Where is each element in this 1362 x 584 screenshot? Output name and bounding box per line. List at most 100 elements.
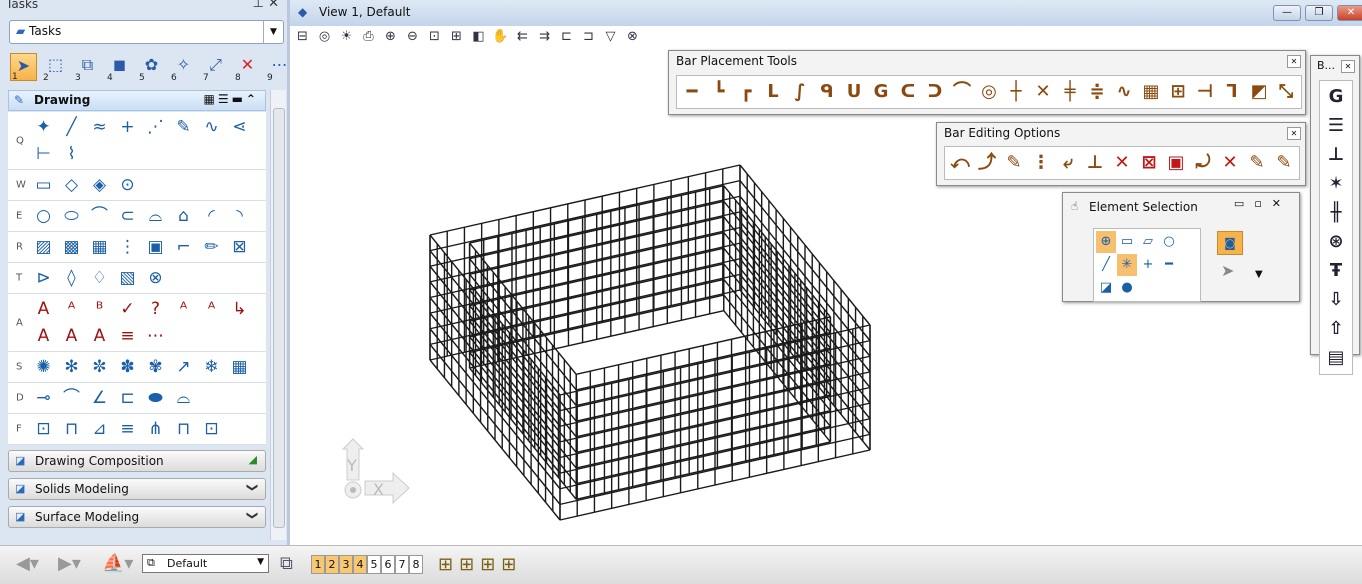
spiral-bar-icon[interactable]: G (868, 78, 894, 106)
zoom-in-icon[interactable]: ⊕ (381, 28, 400, 46)
spell-check-icon[interactable]: ✓ (114, 296, 141, 322)
circular-bar-icon[interactable]: ◎ (976, 78, 1002, 106)
filter-icon[interactable]: ▽ (601, 28, 620, 46)
frame-2-icon[interactable]: ⊓ (58, 416, 85, 442)
modify-shape-icon[interactable]: ⤺ (947, 149, 973, 177)
view-button-5[interactable]: 5 (367, 555, 381, 574)
crank-bar-icon[interactable]: ∫ (787, 78, 813, 106)
pointer-icon[interactable]: ➤ (1221, 261, 1234, 280)
place-smartline-icon[interactable]: ✦ (30, 114, 57, 140)
section-icon[interactable]: ◢ (249, 453, 257, 466)
arc-4-icon[interactable]: ⌂ (170, 203, 197, 229)
view-button-4[interactable]: 4 (353, 555, 367, 574)
point-icon[interactable]: + (114, 114, 141, 140)
drawing-header[interactable]: ✎ Drawing ▦☰▬⌃ (8, 90, 266, 111)
view-previous-icon[interactable]: ⇇ (513, 28, 532, 46)
fill-icon[interactable]: ⋮ (114, 234, 141, 260)
close-icon[interactable]: ✕ (1287, 55, 1301, 68)
arrow-icon[interactable]: ↗ (170, 354, 197, 380)
select-arrow-icon[interactable]: ➤ 1 (10, 53, 37, 82)
view-next-icon[interactable]: ⇉ (535, 28, 554, 46)
undo-bar-icon[interactable]: ⤾ (1190, 149, 1216, 177)
edit-icon[interactable]: ✏ (198, 234, 225, 260)
modify-bend-icon[interactable]: ✎ (1001, 149, 1027, 177)
edit-annotation-icon[interactable]: ✎ (1271, 149, 1297, 177)
text-box-icon[interactable]: ≡ (114, 323, 141, 349)
fit-view-icon[interactable]: ⊡ (425, 28, 444, 46)
subtract-icon[interactable]: ━ (1159, 254, 1179, 276)
straight-bar-icon[interactable]: ━ (679, 78, 705, 106)
arc-6-icon[interactable]: ◝ (226, 203, 253, 229)
copy-view-icon[interactable]: ⊏ (557, 28, 576, 46)
snowflake-3-icon[interactable]: ✼ (86, 354, 113, 380)
snowflake-6-icon[interactable]: ❄ (198, 354, 225, 380)
add-icon[interactable]: + (1138, 254, 1158, 276)
extend-bar-icon[interactable]: ⤡ (1273, 78, 1299, 106)
delete-icon[interactable]: ✕ 8 (234, 53, 261, 83)
frame-5-icon[interactable]: ⋔ (142, 416, 169, 442)
view-button-6[interactable]: 6 (381, 555, 395, 574)
shape-icon[interactable]: ▱ (1138, 231, 1158, 253)
snowflake-2-icon[interactable]: ✻ (58, 354, 85, 380)
rectangle-icon[interactable]: ▭ (30, 172, 57, 198)
modify-hook-icon[interactable]: ⤴ (974, 149, 1000, 177)
frame-4-icon[interactable]: ≡ (114, 416, 141, 442)
l-bar-icon[interactable]: ┗ (706, 78, 732, 106)
wave-bar-icon[interactable]: ∿ (1111, 78, 1137, 106)
snowflake-icon[interactable]: ✺ (30, 354, 57, 380)
arc-2-icon[interactable]: ⊂ (114, 203, 141, 229)
mesh-icon[interactable]: ▦ (1138, 78, 1164, 106)
text-leader-icon[interactable]: ᴬ (58, 296, 85, 322)
list-icon[interactable]: ⊞ (501, 554, 516, 575)
arc-icon[interactable]: ⌒ (86, 203, 113, 229)
copy-bar-icon[interactable]: ⤶ (1055, 149, 1081, 177)
clip-volume-icon[interactable]: ⊐ (579, 28, 598, 46)
dimension-element-icon[interactable]: ⌓ (170, 385, 197, 411)
view-button-3[interactable]: 3 (339, 555, 353, 574)
text-replace-icon[interactable]: A (30, 323, 57, 349)
text-align-2-icon[interactable]: A (86, 323, 113, 349)
frame-7-icon[interactable]: ⊡ (198, 416, 225, 442)
circle-icon[interactable]: ○ (30, 203, 57, 229)
upload-icon[interactable]: ⇧ (1322, 315, 1350, 343)
view-button-7[interactable]: 7 (395, 555, 409, 574)
camera-icon[interactable]: ⊗ (623, 28, 642, 46)
circle-icon[interactable]: ○ (1159, 231, 1179, 253)
selection-mode-icon[interactable]: ◙ (1217, 231, 1243, 255)
tasks-dropdown[interactable]: ▰ Tasks ▼ (9, 20, 284, 44)
snowflake-5-icon[interactable]: ✾ (142, 354, 169, 380)
circle-point-icon[interactable]: ⊙ (114, 172, 141, 198)
text-scale-icon[interactable]: ᴬ (170, 296, 197, 322)
frame-icon[interactable]: ⊡ (30, 416, 57, 442)
paste-icon[interactable]: ⊞ (459, 554, 474, 575)
block-icon[interactable]: ▭ (1117, 231, 1137, 253)
download-icon[interactable]: ⇩ (1322, 286, 1350, 314)
view-button-2[interactable]: 2 (325, 555, 339, 574)
view-attributes-icon[interactable]: ⊟ (293, 28, 312, 46)
cell-4-icon[interactable]: ▧ (114, 265, 141, 291)
ellipse-icon[interactable]: ⬭ (58, 203, 85, 229)
stirrup-icon[interactable]: ᑫ (814, 78, 840, 106)
line-icon[interactable]: ╱ (58, 114, 85, 140)
rotated-shape-icon[interactable]: ◈ (86, 172, 113, 198)
hook-bar-icon[interactable]: ┏ (733, 78, 759, 106)
rebar-icon[interactable]: ╫ (1322, 199, 1350, 227)
forward-icon[interactable]: ▶▾ (58, 553, 81, 574)
dimension-icon[interactable]: ⊢ (30, 141, 57, 167)
chevron-down-icon[interactable]: ❯ (246, 483, 259, 492)
pin-close-icon[interactable]: ⊥ ✕ (253, 0, 279, 11)
view-rotation-icon[interactable]: ⛵▾ (102, 553, 133, 574)
table-icon[interactable]: ▦ (226, 354, 253, 380)
3d-box-icon[interactable]: ⧉ 3 (74, 53, 101, 83)
edit-bar-icon[interactable]: ◩ (1246, 78, 1272, 106)
layers-icon[interactable]: ☰ (1322, 112, 1350, 140)
cube-icon[interactable]: ◼ 4 (106, 53, 133, 83)
tools-icon[interactable]: ✶ (1322, 170, 1350, 198)
back-icon[interactable]: ◀▾ (16, 553, 39, 574)
arc-5-icon[interactable]: ◜ (198, 203, 225, 229)
cross-bar-icon[interactable]: ┼ (1003, 78, 1029, 106)
section-drawing-composition[interactable]: ◪ Drawing Composition ◢ (8, 450, 266, 472)
individual-icon[interactable]: ⊕ (1096, 231, 1116, 253)
dimension-angle-icon[interactable]: ∠ (86, 385, 113, 411)
minimize-button[interactable]: — (1273, 5, 1301, 21)
